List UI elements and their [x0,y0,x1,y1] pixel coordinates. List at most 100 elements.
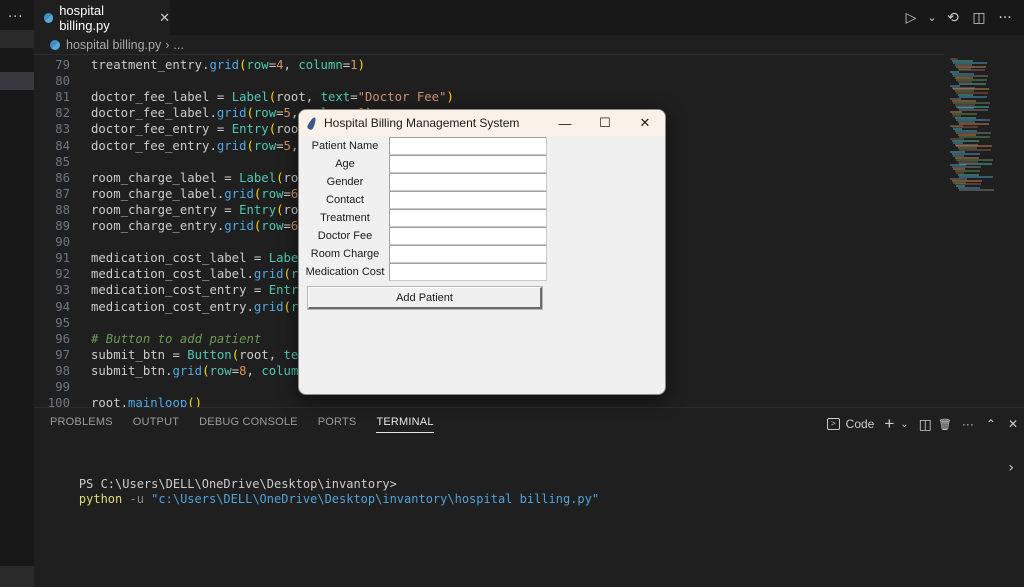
field-label: Contact [326,194,364,206]
code-token: , [246,363,262,378]
close-panel-icon[interactable]: ✕ [1008,417,1018,431]
tk-title-bar[interactable]: Hospital Billing Management System — ☐ ✕ [299,110,665,136]
run-icon[interactable]: ▷ [900,10,922,26]
chevron-down-icon[interactable]: ⌄ [900,419,908,430]
panel-tabs: PROBLEMS OUTPUT DEBUG CONSOLE PORTS TERMINAL [50,416,434,433]
code-line[interactable]: 85 [34,154,91,170]
trash-icon[interactable]: 🗑 [938,418,952,431]
maximize-button[interactable]: ☐ [585,110,625,136]
code-token: Label [239,170,277,185]
code-line[interactable]: 80 [34,73,91,89]
more-actions-icon[interactable]: ··· [994,10,1016,26]
split-editor-icon[interactable]: ◫ [968,10,990,26]
form-row: Medication Cost [299,263,559,281]
terminal-name[interactable]: Code [846,417,875,431]
code-token: row [261,219,284,233]
code-token: submit_btn [91,347,166,362]
timeline-icon[interactable]: ⟲ [942,10,964,26]
code-token: room_charge_label [91,170,217,185]
code-token: 1 [350,58,358,72]
panel-tab-ports[interactable]: PORTS [318,416,357,433]
line-number: 83 [55,122,70,137]
panel-tab-debug-console[interactable]: DEBUG CONSOLE [199,416,298,433]
line-number: 87 [55,186,70,201]
doctor-fee-entry[interactable] [389,227,547,245]
panel-tab-output[interactable]: OUTPUT [133,416,179,433]
code-line[interactable]: 100 root.mainloop() [34,395,202,407]
code-token: ( [276,170,284,185]
maximize-panel-icon[interactable]: ⌃ [986,417,996,431]
breadcrumb-file[interactable]: hospital billing.py [66,38,161,52]
gender-entry[interactable] [389,173,547,191]
code-line[interactable]: 79 treatment_entry.grid(row=4, column=1) [34,57,365,73]
panel-tab-problems[interactable]: PROBLEMS [50,416,113,433]
code-line[interactable]: 99 [34,379,91,395]
panel-actions: > Code + ⌄ ◫ 🗑 ··· ⌃ ✕ [826,414,1018,434]
more-icon[interactable]: ··· [962,417,974,431]
breadcrumb-more[interactable]: ... [173,38,183,52]
code-token: ( [276,202,284,217]
line-number: 90 [55,235,70,250]
close-icon[interactable]: ✕ [159,10,170,26]
contact-entry[interactable] [389,191,547,209]
code-token: grid [216,138,247,153]
code-token: text [320,90,351,105]
field-label: Patient Name [311,140,379,152]
sidebar-item[interactable] [0,566,34,587]
room-charge-entry[interactable] [389,245,547,263]
code-token: # Button to add patient [91,331,262,346]
new-terminal-icon[interactable]: + [884,414,894,434]
code-token: , [305,90,321,105]
code-token: . [120,396,129,407]
line-number: 81 [55,90,70,105]
code-token: grid [253,299,284,314]
field-label: Medication Cost [305,266,385,278]
medication-cost-entry[interactable] [389,263,547,281]
minimap-line [959,189,994,192]
code-line[interactable]: 95 [34,315,91,331]
add-patient-button[interactable]: Add Patient [307,286,543,310]
treatment-entry[interactable] [389,209,547,227]
line-number: 100 [47,396,70,407]
code-token: = [350,90,358,105]
sidebar-item-selected[interactable] [0,72,34,90]
code-token: submit_btn [91,363,166,378]
sidebar-item[interactable] [0,30,34,48]
python-file-icon [44,12,54,23]
code-line[interactable]: 81 doctor_fee_label = Label(root, text="D… [34,89,454,105]
form-row: Room Charge [299,245,559,263]
code-line[interactable]: 90 [34,234,91,250]
code-line[interactable]: 96 # Button to add patient [34,331,261,347]
patient-name-entry[interactable] [389,137,547,155]
minimize-button[interactable]: — [545,110,585,136]
code-token: ( [283,299,291,314]
code-token: = [165,347,188,362]
chevron-down-icon[interactable]: ⌄ [926,11,938,24]
field-label: Age [335,158,355,170]
code-token: room_charge_label [91,186,217,201]
code-token: = [246,283,269,298]
line-number: 96 [55,331,70,346]
code-token: . [209,106,217,121]
chevron-right-icon[interactable]: › [1008,460,1014,476]
code-token: , [268,347,284,362]
code-token: root [276,90,306,105]
split-terminal-icon[interactable]: ◫ [919,416,932,433]
panel-tab-terminal[interactable]: TERMINAL [376,416,434,433]
close-button[interactable]: ✕ [625,110,665,136]
line-number: 91 [55,251,70,266]
code-token: = [231,363,240,378]
code-line[interactable]: 98submit_btn.grid(row=8, column=0, [34,363,335,379]
minimap[interactable] [944,54,1024,407]
age-entry[interactable] [389,155,547,173]
tab-hospital-billing[interactable]: hospital billing.py ✕ [34,0,170,35]
code-token: row [209,363,232,378]
python-file-icon [50,40,60,50]
line-number: 98 [55,363,70,378]
line-number: 99 [55,380,70,394]
field-label: Treatment [320,212,370,224]
code-token: ( [231,347,240,362]
minimap-line [959,82,986,85]
more-icon[interactable]: ··· [8,10,23,25]
code-token: = [209,90,232,105]
